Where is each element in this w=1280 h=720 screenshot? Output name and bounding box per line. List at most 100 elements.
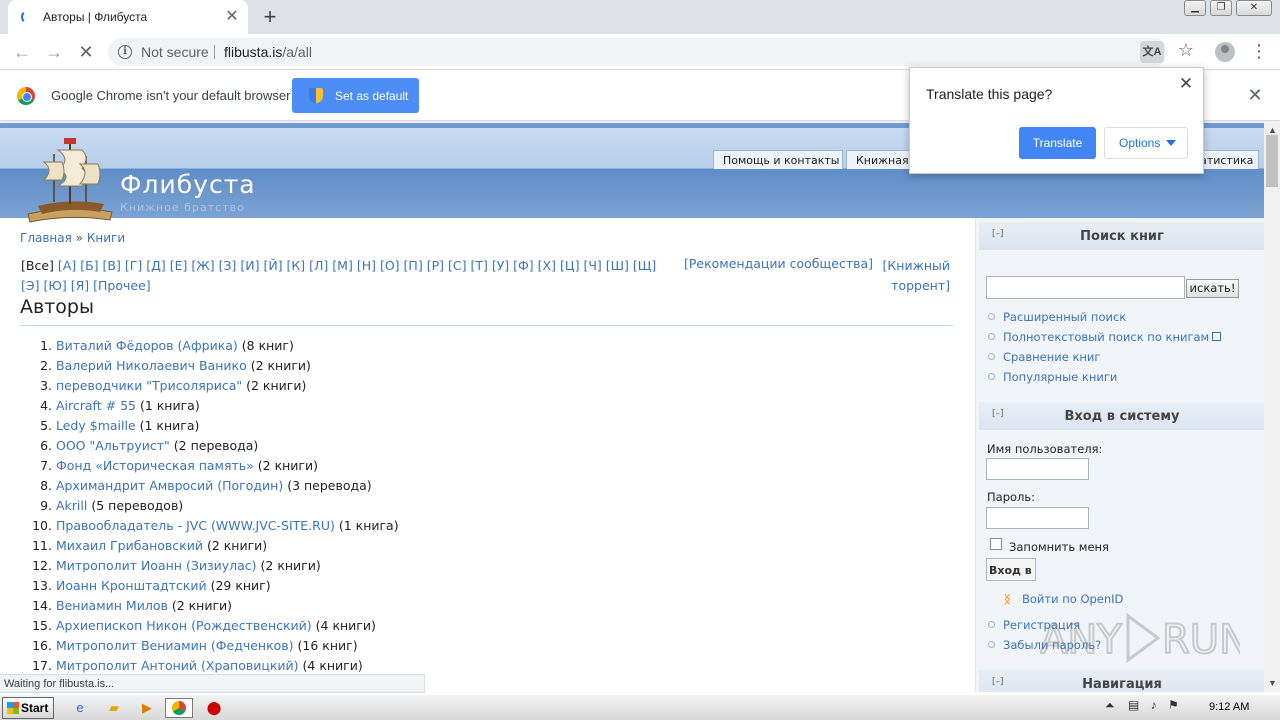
letter-link[interactable]: [Щ] bbox=[633, 258, 656, 273]
page-scrollbar[interactable]: ▲ ▼ bbox=[1264, 123, 1280, 692]
letter-link[interactable]: [Н] bbox=[357, 258, 376, 273]
letter-link[interactable]: [Т] bbox=[470, 258, 487, 273]
letter-link[interactable]: [Ц] bbox=[560, 258, 579, 273]
author-link[interactable]: переводчики "Трисоляриса" bbox=[56, 378, 242, 393]
letter-link[interactable]: [И] bbox=[240, 258, 259, 273]
author-link[interactable]: Иоанн Кронштадтский bbox=[56, 578, 207, 593]
stop-reload-icon[interactable]: ✕ bbox=[74, 40, 98, 64]
author-link[interactable]: Михаил Грибановский bbox=[56, 538, 203, 553]
url-text[interactable]: flibusta.is/a/all bbox=[224, 44, 312, 60]
letter-link[interactable]: [Е] bbox=[170, 258, 188, 273]
letter-link[interactable]: [Ш] bbox=[606, 258, 629, 273]
letter-all[interactable]: [Все] bbox=[21, 258, 54, 273]
fulltext-search-link[interactable]: Полнотекстовый поиск по книгам bbox=[988, 330, 1222, 344]
letter-link[interactable]: [С] bbox=[448, 258, 466, 273]
tray-arrow-icon[interactable]: ⏶ bbox=[1105, 698, 1115, 712]
start-button[interactable]: Start bbox=[2, 697, 54, 719]
ie-icon[interactable]: e bbox=[66, 698, 94, 718]
taskbar-clock[interactable]: 9:12 AM bbox=[1209, 701, 1249, 713]
letter-link[interactable]: [Б] bbox=[80, 258, 98, 273]
letter-link[interactable]: [Х] bbox=[538, 258, 556, 273]
scroll-down-icon[interactable]: ▼ bbox=[1268, 678, 1277, 688]
letter-link[interactable]: [Ю] bbox=[43, 278, 66, 293]
letter-link[interactable]: [З] bbox=[219, 258, 237, 273]
author-link[interactable]: Akrill bbox=[56, 498, 87, 513]
letter-link[interactable]: [Ч] bbox=[583, 258, 601, 273]
book-search-input[interactable] bbox=[986, 276, 1185, 299]
chrome-taskbar-icon[interactable] bbox=[165, 698, 193, 718]
letter-link[interactable]: [Прочее] bbox=[93, 278, 151, 293]
letter-link[interactable]: [Э] bbox=[21, 278, 39, 293]
letter-link[interactable]: [Д] bbox=[146, 258, 166, 273]
stop-app-icon[interactable]: ⬤ bbox=[200, 698, 228, 718]
translate-popup-close-icon[interactable]: ✕ bbox=[1176, 74, 1196, 94]
search-submit-button[interactable]: искать! bbox=[1186, 279, 1239, 298]
author-link[interactable]: Виталий Фёдоров (Африка) bbox=[56, 338, 238, 353]
letter-link[interactable]: [К] bbox=[287, 258, 306, 273]
openid-login-link[interactable]: ᛝ Войти по OpenID bbox=[1004, 592, 1123, 606]
security-label[interactable]: Not secure bbox=[141, 44, 209, 60]
scroll-thumb[interactable] bbox=[1266, 135, 1278, 187]
community-recommendations-link[interactable]: [Рекомендации сообщества] bbox=[684, 256, 873, 271]
compare-books-link[interactable]: Сравнение книг bbox=[988, 350, 1100, 364]
site-name[interactable]: Флибуста bbox=[120, 170, 256, 199]
remember-me-checkbox[interactable] bbox=[990, 538, 1002, 550]
folder-icon[interactable]: ▰ bbox=[100, 698, 128, 718]
star-icon[interactable]: ☆ bbox=[1176, 40, 1196, 60]
letter-link[interactable]: [Л] bbox=[309, 258, 328, 273]
menu-icon[interactable]: ⋮ bbox=[1250, 40, 1268, 62]
breadcrumb-home[interactable]: Главная bbox=[20, 231, 72, 245]
author-link[interactable]: Вениамин Милов bbox=[56, 598, 168, 613]
letter-link[interactable]: [У] bbox=[492, 258, 509, 273]
scroll-up-icon[interactable]: ▲ bbox=[1268, 125, 1277, 135]
advanced-search-link[interactable]: Расширенный поиск bbox=[988, 310, 1126, 324]
tab-close-icon[interactable]: ✕ bbox=[222, 7, 242, 27]
translate-button[interactable]: Translate bbox=[1019, 127, 1096, 159]
letter-link[interactable]: [О] bbox=[380, 258, 400, 273]
password-input[interactable] bbox=[986, 507, 1089, 529]
back-arrow-icon[interactable]: ← bbox=[10, 40, 34, 64]
author-link[interactable]: Архиепископ Никон (Рождественский) bbox=[56, 618, 312, 633]
header-tab-books[interactable]: Книжная bbox=[846, 150, 912, 169]
new-tab-button[interactable]: + bbox=[258, 5, 282, 29]
network-icon[interactable]: ▤ bbox=[1128, 698, 1139, 712]
letter-link[interactable]: [Я] bbox=[71, 278, 89, 293]
letter-link[interactable]: [А] bbox=[58, 258, 76, 273]
profile-icon[interactable] bbox=[1215, 42, 1235, 62]
author-link[interactable]: Фонд «Историческая память» bbox=[56, 458, 254, 473]
author-link[interactable]: Митрополит Иоанн (Зизиулас) bbox=[56, 558, 257, 573]
flag-icon[interactable]: ⚑ bbox=[1168, 698, 1179, 712]
set-as-default-button[interactable]: Set as default bbox=[292, 78, 419, 113]
book-torrent-link[interactable]: [Книжный торрент] bbox=[870, 256, 950, 296]
letter-link[interactable]: [П] bbox=[404, 258, 423, 273]
login-button[interactable]: Вход в с bbox=[986, 558, 1036, 581]
author-link[interactable]: Правообладатель - JVC (WWW.JVC-SITE.RU) bbox=[56, 518, 335, 533]
author-link[interactable]: Валерий Николаевич Ванико bbox=[56, 358, 247, 373]
infobar-close-icon[interactable]: ✕ bbox=[1245, 85, 1265, 105]
popular-books-link[interactable]: Популярные книги bbox=[988, 370, 1117, 384]
letter-link[interactable]: [Ж] bbox=[191, 258, 214, 273]
browser-tab[interactable]: Авторы | Флибуста ✕ bbox=[8, 0, 248, 34]
letter-link[interactable]: [Ф] bbox=[513, 258, 534, 273]
letter-link[interactable]: [Г] bbox=[125, 258, 142, 273]
header-tab-help[interactable]: Помощь и контакты bbox=[713, 150, 843, 169]
options-dropdown[interactable]: Options bbox=[1104, 127, 1188, 159]
username-input[interactable] bbox=[986, 458, 1089, 480]
author-link[interactable]: Митрополит Вениамин (Федченков) bbox=[56, 638, 294, 653]
breadcrumb-books[interactable]: Книги bbox=[87, 231, 125, 245]
letter-link[interactable]: [В] bbox=[103, 258, 121, 273]
letter-link[interactable]: [Р] bbox=[427, 258, 444, 273]
author-link[interactable]: ООО "Альтруист" bbox=[56, 438, 170, 453]
volume-icon[interactable]: ♪ bbox=[1151, 698, 1157, 712]
forward-arrow-icon[interactable]: → bbox=[42, 40, 66, 64]
info-icon[interactable]: i bbox=[118, 45, 132, 59]
letter-link[interactable]: [Й] bbox=[263, 258, 282, 273]
author-link[interactable]: Архимандрит Амвросий (Погодин) bbox=[56, 478, 283, 493]
minimize-button[interactable]: ▁ bbox=[1184, 0, 1206, 16]
author-link[interactable]: Ledy $maille bbox=[56, 418, 136, 433]
letter-link[interactable]: [М] bbox=[332, 258, 353, 273]
address-bar[interactable]: i Not secure flibusta.is/a/all 文A bbox=[108, 38, 1168, 66]
media-player-icon[interactable]: ▶ bbox=[133, 698, 161, 718]
translate-icon[interactable]: 文A bbox=[1140, 41, 1164, 63]
ship-logo-icon[interactable] bbox=[24, 136, 116, 224]
